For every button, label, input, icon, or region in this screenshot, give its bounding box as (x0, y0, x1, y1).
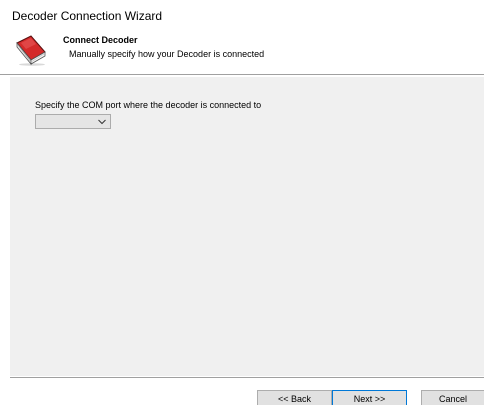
content-panel: Specify the COM port where the decoder i… (10, 77, 484, 376)
com-port-label: Specify the COM port where the decoder i… (35, 100, 262, 110)
window-title: Decoder Connection Wizard (12, 9, 163, 23)
header-title: Connect Decoder (63, 35, 138, 45)
cancel-button[interactable]: Cancel (421, 390, 484, 405)
next-button[interactable]: Next >> (332, 390, 407, 405)
back-button[interactable]: << Back (257, 390, 332, 405)
header-divider (0, 74, 484, 76)
com-port-dropdown[interactable] (35, 114, 111, 129)
header-subtitle: Manually specify how your Decoder is con… (69, 49, 265, 59)
wizard-window: Decoder Connection Wizard Connect Decode… (0, 0, 484, 405)
red-book-icon (16, 35, 46, 66)
wizard-header: Connect Decoder Manually specify how you… (0, 28, 484, 76)
wizard-footer: << Back Next >> Cancel (0, 379, 484, 405)
chevron-down-icon (98, 119, 106, 125)
